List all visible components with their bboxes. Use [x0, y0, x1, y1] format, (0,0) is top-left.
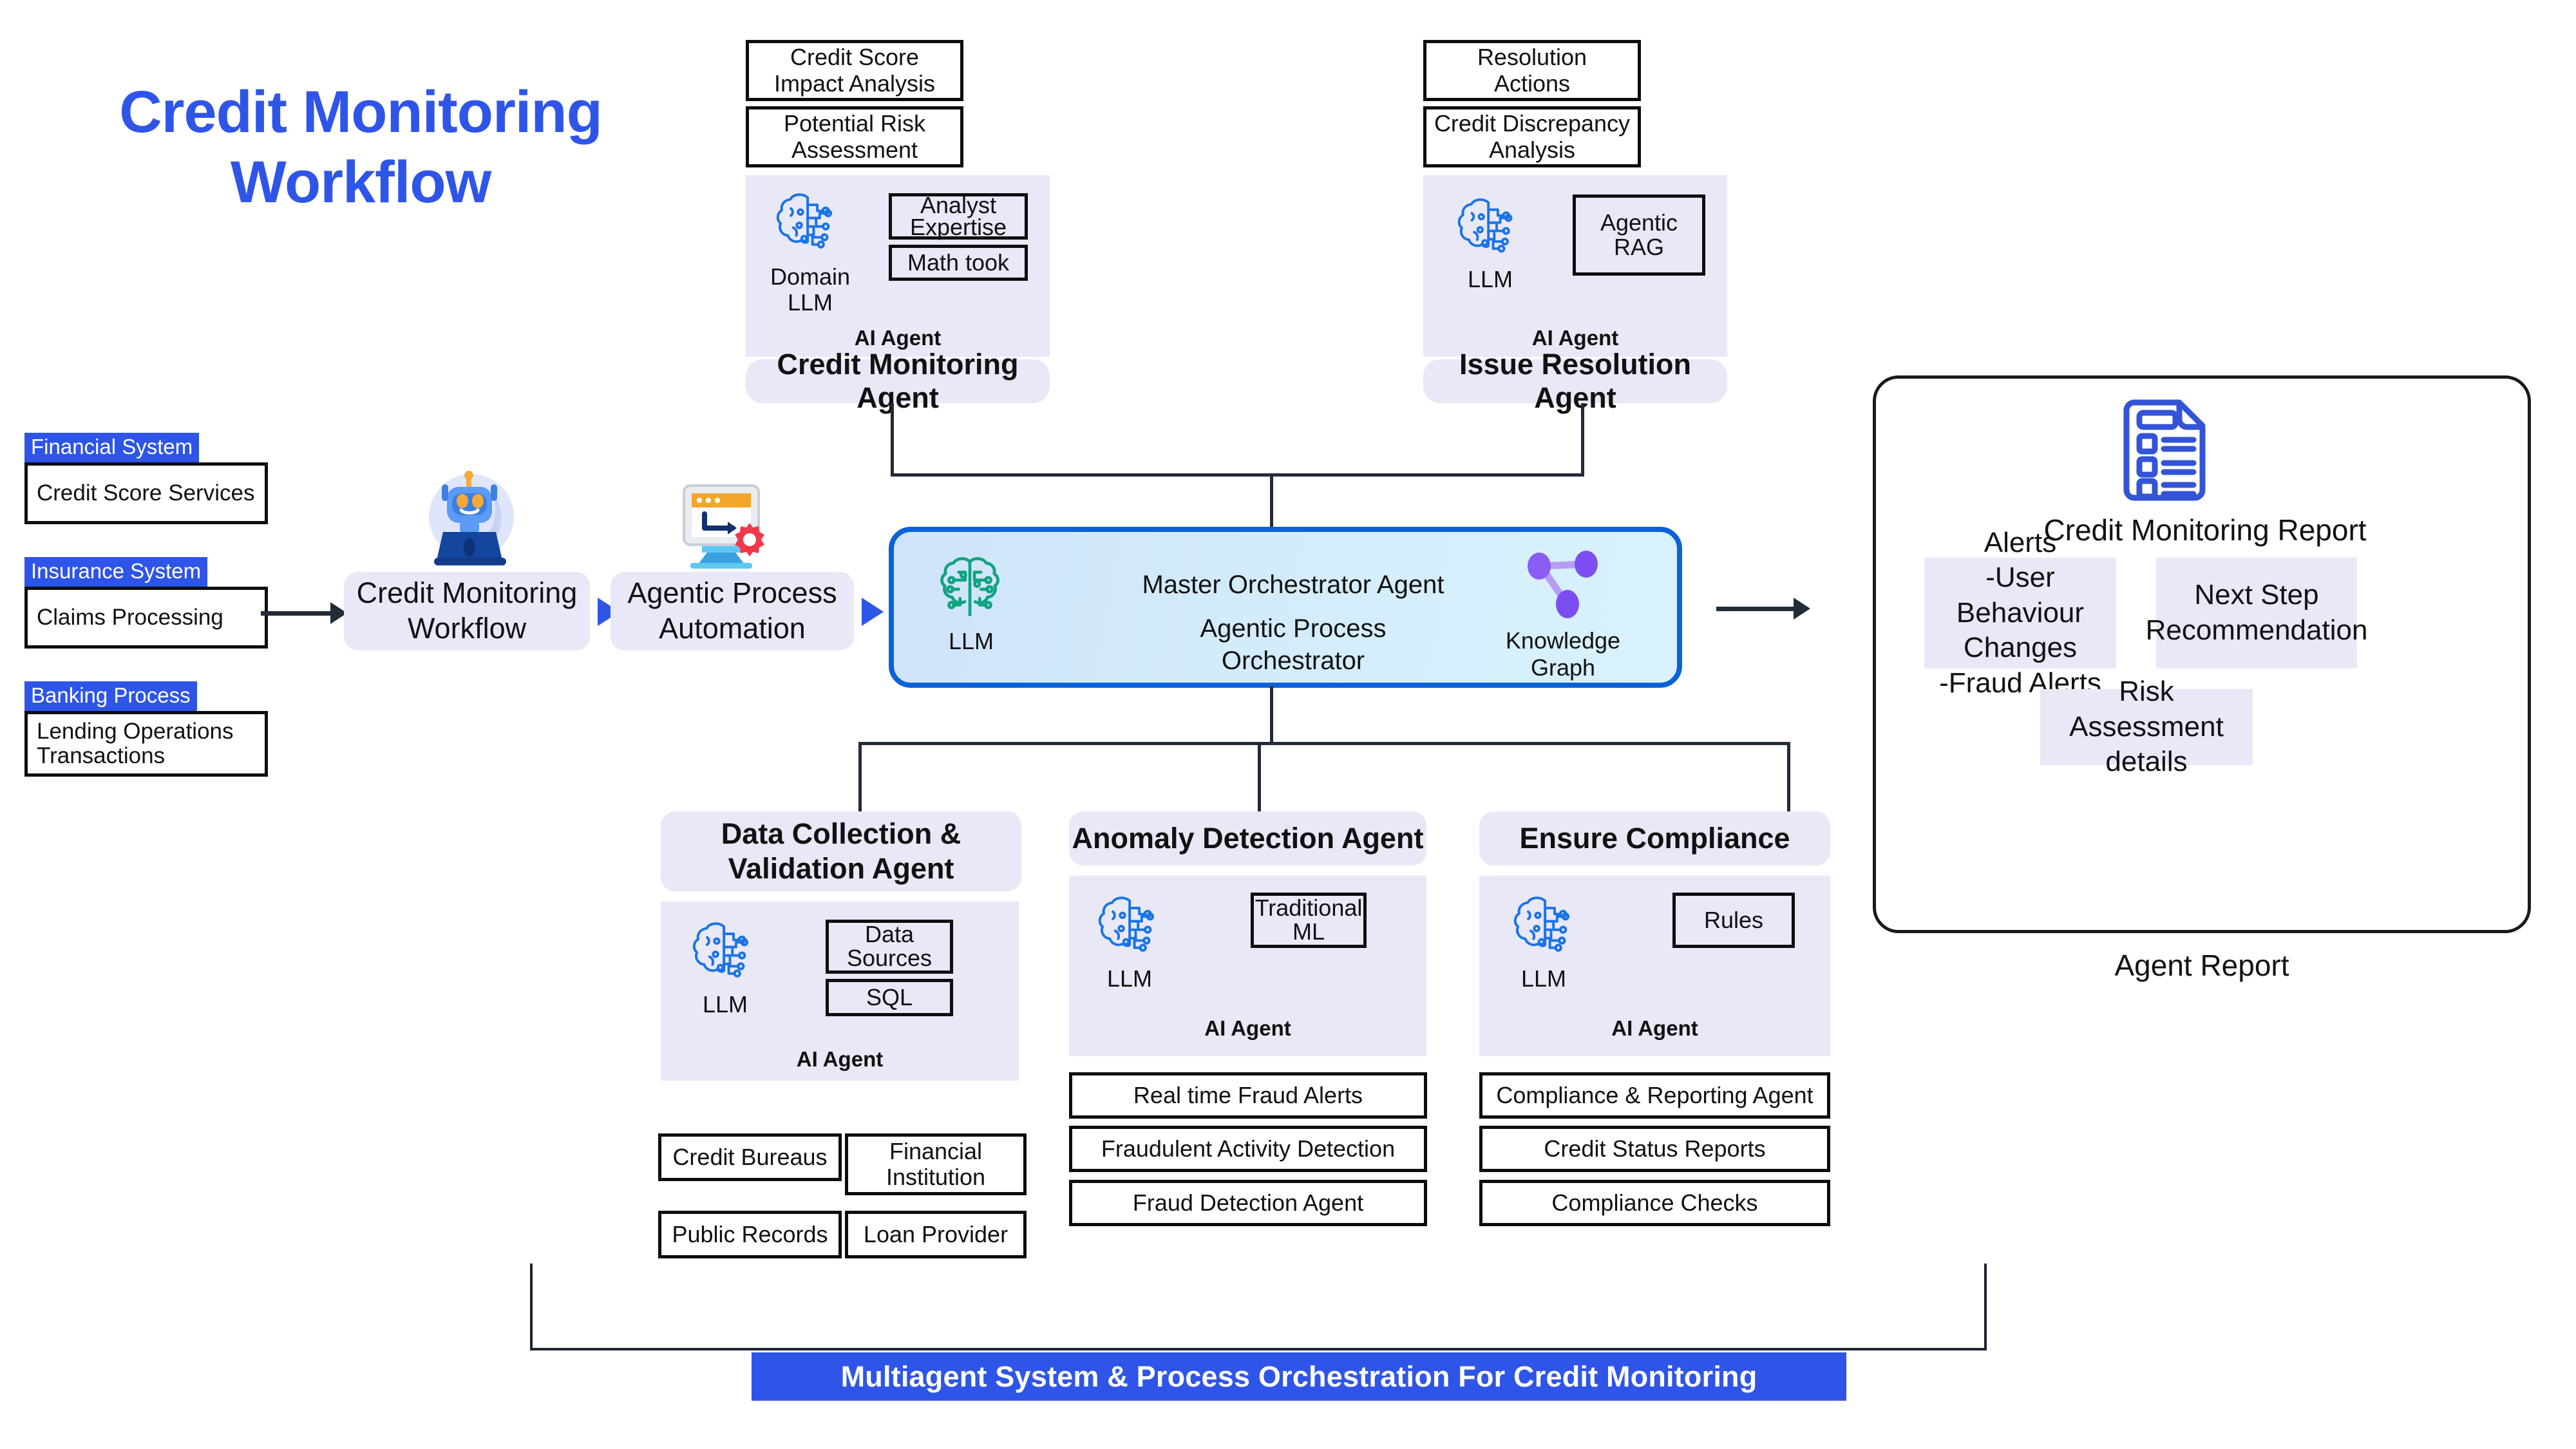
financial-system-tag: Financial System — [24, 433, 200, 462]
llm-brain-icon — [1095, 893, 1167, 961]
fraudulent-activity-detection-box[interactable]: Fraudulent Activity Detection — [1069, 1126, 1427, 1172]
arrow-orchestrator-to-report — [1716, 598, 1832, 620]
connector-orchestrator-down — [1270, 687, 1273, 744]
agentic-process-automation-box[interactable]: Agentic Process Automation — [611, 572, 854, 650]
anomaly-detection-llm-label: LLM — [1106, 965, 1153, 992]
data-sources-box[interactable]: Data Sources — [826, 920, 953, 974]
agentic-rag-box[interactable]: Agentic RAG — [1573, 194, 1705, 276]
agent-report-card[interactable]: Credit Monitoring Report Alerts -User Be… — [1873, 375, 2531, 933]
diagram-canvas: Credit Monitoring Workflow Credit Score … — [0, 0, 2576, 1449]
llm-brain-icon — [1454, 194, 1525, 261]
arrow-sources-to-workflow — [261, 602, 351, 624]
connector-top-bus — [891, 473, 1584, 477]
robot-icon — [419, 470, 522, 567]
report-risk-assessment-box[interactable]: Risk Assessment details — [2040, 676, 2253, 777]
anomaly-detection-agent-panel[interactable]: LLM Traditional ML AI Agent — [1069, 876, 1426, 1056]
connector-to-anomaly-detection-agent — [1258, 742, 1261, 813]
bottom-banner: Multiagent System & Process Orchestratio… — [752, 1352, 1846, 1401]
compliance-llm-label: LLM — [1520, 965, 1567, 992]
llm-brain-icon — [773, 189, 845, 258]
page-title: Credit Monitoring Workflow — [39, 77, 683, 217]
potential-risk-assessment-box: Potential Risk Assessment — [746, 106, 963, 167]
data-collection-agent-name[interactable]: Data Collection & Validation Agent — [661, 811, 1021, 891]
connector-bottom-bus — [858, 742, 1790, 745]
credit-bureaus-box[interactable]: Credit Bureaus — [658, 1133, 842, 1181]
page-title-line1: Credit Monitoring — [119, 79, 603, 145]
real-time-fraud-alerts-box[interactable]: Real time Fraud Alerts — [1069, 1072, 1427, 1119]
credit-score-impact-analysis-box: Credit Score Impact Analysis — [746, 40, 963, 101]
loan-provider-box[interactable]: Loan Provider — [845, 1211, 1027, 1258]
claims-processing-box[interactable]: Claims Processing — [24, 587, 268, 649]
compliance-reporting-agent-box[interactable]: Compliance & Reporting Agent — [1479, 1072, 1830, 1119]
orchestrator-llm-label: LLM — [948, 628, 994, 654]
credit-monitoring-agent-name[interactable]: Credit Monitoring Agent — [746, 348, 1050, 414]
llm-brain-icon — [934, 555, 1006, 623]
credit-discrepancy-analysis-box: Credit Discrepancy Analysis — [1423, 106, 1641, 167]
rules-box[interactable]: Rules — [1672, 893, 1795, 948]
llm-brain-icon — [689, 918, 761, 987]
knowledge-graph-label: Knowledge Graph — [1505, 627, 1621, 681]
report-next-step-box[interactable]: Next Step Recommendation — [2146, 558, 2367, 668]
insurance-system-group: Insurance System Claims Processing — [24, 557, 268, 649]
data-collection-ai-agent-label: AI Agent — [796, 1047, 884, 1071]
credit-status-reports-box[interactable]: Credit Status Reports — [1479, 1126, 1830, 1172]
anomaly-detection-agent-name[interactable]: Anomaly Detection Agent — [1069, 811, 1426, 866]
financial-institution-box[interactable]: Financial Institution — [845, 1133, 1027, 1195]
insurance-system-tag: Insurance System — [24, 557, 208, 587]
report-alerts-box[interactable]: Alerts -User Behaviour Changes -Fraud Al… — [1924, 527, 2116, 699]
lending-operations-box[interactable]: Lending Operations Transactions — [24, 711, 268, 777]
compliance-agent-name[interactable]: Ensure Compliance — [1479, 811, 1830, 866]
fraud-detection-agent-box[interactable]: Fraud Detection Agent — [1069, 1180, 1427, 1226]
resolution-actions-box: Resolution Actions — [1423, 40, 1641, 101]
data-collection-agent-panel[interactable]: LLM Data Sources SQL AI Agent — [661, 902, 1019, 1081]
bracket-bottom-bar — [530, 1348, 1987, 1350]
credit-score-services-box[interactable]: Credit Score Services — [24, 462, 268, 524]
compliance-ai-agent-label: AI Agent — [1611, 1016, 1698, 1040]
bracket-left-leg — [530, 1264, 533, 1350]
connector-top-to-orchestrator — [1270, 473, 1273, 530]
analyst-expertise-box[interactable]: Analyst Expertise — [889, 193, 1028, 240]
math-took-box[interactable]: Math took — [889, 245, 1028, 281]
sql-box[interactable]: SQL — [826, 979, 953, 1016]
connector-to-compliance-agent — [1787, 742, 1790, 813]
credit-monitoring-agent-llm-label: Domain LLM — [770, 263, 851, 316]
connector-to-data-collection-agent — [858, 742, 862, 813]
public-records-box[interactable]: Public Records — [658, 1211, 842, 1258]
orchestrator-line1: Master Orchestrator Agent — [1142, 571, 1444, 599]
issue-resolution-agent-panel[interactable]: LLM Agentic RAG AI Agent — [1423, 175, 1727, 357]
credit-monitoring-agent-panel[interactable]: Domain LLM Analyst Expertise Math took A… — [746, 175, 1050, 357]
bracket-right-leg — [1984, 1264, 1987, 1350]
knowledge-graph-icon — [1524, 550, 1601, 621]
banking-process-group: Banking Process Lending Operations Trans… — [24, 681, 268, 777]
orchestrator-line2: Agentic Process — [1200, 614, 1387, 643]
orchestrator-labels: Master Orchestrator Agent Agentic Proces… — [1106, 572, 1480, 674]
page-title-line2: Workflow — [230, 149, 491, 215]
document-checklist-icon — [2117, 396, 2214, 504]
automation-gear-icon — [671, 477, 774, 573]
issue-resolution-agent-name[interactable]: Issue Resolution Agent — [1423, 348, 1727, 414]
traditional-ml-box[interactable]: Traditional ML — [1251, 893, 1367, 948]
arrow-automation-to-orchestrator — [862, 598, 884, 626]
banking-process-tag: Banking Process — [24, 681, 197, 711]
compliance-checks-box[interactable]: Compliance Checks — [1479, 1180, 1830, 1226]
orchestrator-line3: Orchestrator — [1221, 647, 1365, 675]
llm-brain-icon — [1510, 893, 1582, 961]
connector-issue-resolution-agent-down — [1581, 403, 1584, 475]
issue-resolution-agent-llm-label: LLM — [1467, 266, 1513, 292]
master-orchestrator-agent-panel[interactable]: LLM Master Orchestrator Agent Agentic Pr… — [889, 527, 1682, 688]
compliance-agent-panel[interactable]: LLM Rules AI Agent — [1479, 876, 1830, 1056]
credit-monitoring-workflow-box[interactable]: Credit Monitoring Workflow — [344, 572, 590, 650]
financial-system-group: Financial System Credit Score Services — [24, 433, 268, 524]
connector-credit-monitoring-agent-down — [891, 403, 894, 475]
data-collection-llm-label: LLM — [702, 991, 748, 1018]
anomaly-detection-ai-agent-label: AI Agent — [1204, 1016, 1291, 1040]
agent-report-caption: Agent Report — [2114, 949, 2289, 982]
